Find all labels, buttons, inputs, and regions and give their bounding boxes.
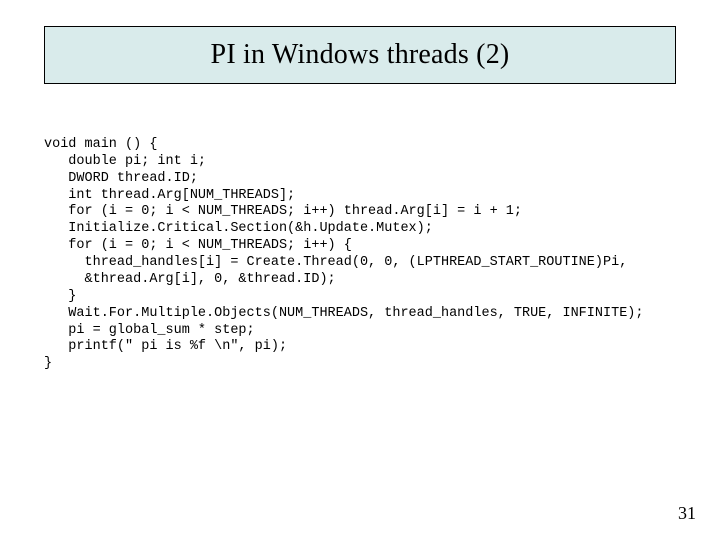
code-line: Wait.For.Multiple.Objects(NUM_THREADS, t… bbox=[44, 306, 644, 321]
code-block: void main () { double pi; int i; DWORD t… bbox=[44, 120, 676, 373]
code-line: } bbox=[44, 356, 52, 371]
code-line: &thread.Arg[i], 0, &thread.ID); bbox=[44, 272, 336, 287]
code-line: Initialize.Critical.Section(&h.Update.Mu… bbox=[44, 221, 433, 236]
code-line: for (i = 0; i < NUM_THREADS; i++) { bbox=[44, 238, 352, 253]
slide-title-box: PI in Windows threads (2) bbox=[44, 26, 676, 84]
code-line: thread_handles[i] = Create.Thread(0, 0, … bbox=[44, 255, 627, 270]
code-line: for (i = 0; i < NUM_THREADS; i++) thread… bbox=[44, 204, 522, 219]
code-line: printf(" pi is %f \n", pi); bbox=[44, 339, 287, 354]
page-number: 31 bbox=[678, 503, 696, 524]
slide-title: PI in Windows threads (2) bbox=[211, 39, 510, 71]
code-line: DWORD thread.ID; bbox=[44, 171, 198, 186]
code-line: pi = global_sum * step; bbox=[44, 323, 255, 338]
code-line: void main () { bbox=[44, 137, 157, 152]
code-line: int thread.Arg[NUM_THREADS]; bbox=[44, 188, 295, 203]
code-line: } bbox=[44, 289, 76, 304]
code-line: double pi; int i; bbox=[44, 154, 206, 169]
